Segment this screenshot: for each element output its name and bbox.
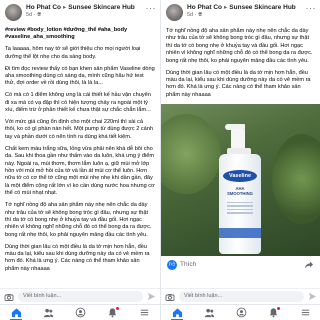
bottle-band bbox=[219, 227, 261, 238]
camera-icon[interactable] bbox=[4, 292, 14, 302]
comment-bar: Viết bình luận... bbox=[161, 288, 320, 304]
bottle-product-label: AHA SMOOTHING bbox=[227, 185, 253, 196]
fine-print-line bbox=[227, 208, 253, 211]
post-meta: 5d · 🌐︎ bbox=[187, 12, 203, 18]
thumbs-up-icon: 👍︎ bbox=[167, 259, 177, 270]
arrow-right-icon: ▸ bbox=[224, 4, 228, 11]
post-time: 5d bbox=[187, 12, 194, 18]
globe-icon: 🌐︎ bbox=[198, 12, 203, 18]
post-header: Ho Phat Co ▸ Sunsee Skincare Hub 5d · 🌐︎ ·… bbox=[0, 0, 160, 26]
send-icon[interactable] bbox=[147, 292, 156, 301]
comment-input[interactable]: Viết bình luận... bbox=[179, 291, 304, 302]
share-icon[interactable] bbox=[304, 260, 314, 270]
post-paragraph: Đi tìm đọc review thấy có bạn khen sản p… bbox=[5, 65, 155, 87]
author-line: Ho Phat Co ▸ Sunsee Skincare Hub bbox=[187, 4, 306, 12]
notification-badge bbox=[116, 306, 119, 310]
lotion-bottle-image: Vaseline AHA SMOOTHING bbox=[217, 123, 263, 254]
group-name[interactable]: Sunsee Skincare Hub bbox=[229, 4, 295, 11]
fine-print-line bbox=[227, 205, 253, 207]
author-name[interactable]: Ho Phat Co bbox=[26, 4, 61, 11]
group-name[interactable]: Sunsee Skincare Hub bbox=[68, 4, 134, 11]
post-meta: 5d · 🌐︎ bbox=[26, 12, 42, 18]
tab-notifications[interactable] bbox=[105, 306, 119, 320]
camera-icon[interactable] bbox=[165, 292, 175, 302]
friends-icon bbox=[204, 308, 214, 318]
tab-home[interactable] bbox=[9, 306, 23, 320]
author-name[interactable]: Ho Phat Co bbox=[187, 4, 222, 11]
comment-bar: Viết bình luận... bbox=[0, 288, 160, 304]
bottle-brand-label: Vaseline bbox=[223, 169, 257, 182]
more-options-icon[interactable]: ··· bbox=[306, 4, 317, 13]
like-button[interactable]: 👍︎ Thích bbox=[167, 259, 197, 270]
post-body: Tớ nghĩ nồng độ aha sản phẩm này nhẹ nên… bbox=[161, 26, 320, 99]
post-time: 5d bbox=[26, 12, 33, 18]
tab-friends[interactable] bbox=[41, 306, 55, 320]
left-post-panel: Ho Phat Co ▸ Sunsee Skincare Hub 5d · 🌐︎ ·… bbox=[0, 0, 160, 320]
author-line: Ho Phat Co ▸ Sunsee Skincare Hub bbox=[26, 4, 146, 12]
photo-background-plant bbox=[272, 133, 320, 224]
post-paragraph: Ta laaaaa, hôm nay tớ sẽ giới thiệu cho … bbox=[5, 46, 141, 60]
post-paragraph: Dùng thời gian lâu có một điều là da tớ … bbox=[5, 243, 150, 272]
post-paragraph: Dùng thời gian lâu có một điều là da tớ … bbox=[166, 69, 311, 98]
photo-background-plant bbox=[161, 113, 221, 194]
post-header: Ho Phat Co ▸ Sunsee Skincare Hub 5d · 🌐︎ ·… bbox=[161, 0, 320, 26]
tab-groups[interactable] bbox=[234, 306, 248, 320]
like-label: Thích bbox=[180, 261, 197, 269]
send-icon[interactable] bbox=[308, 292, 317, 301]
post-paragraph: Tớ nghĩ nồng độ aha sản phẩm này nhẹ nên… bbox=[166, 28, 313, 64]
friends-icon bbox=[43, 308, 53, 318]
tab-friends[interactable] bbox=[202, 306, 216, 320]
fine-print-line bbox=[227, 212, 253, 215]
comment-input[interactable]: Viết bình luận... bbox=[18, 291, 143, 302]
home-icon bbox=[172, 308, 182, 318]
author-block: Ho Phat Co ▸ Sunsee Skincare Hub 5d · 🌐︎ bbox=[187, 4, 306, 19]
menu-icon bbox=[301, 309, 309, 316]
tab-notifications[interactable] bbox=[266, 306, 280, 320]
menu-icon bbox=[140, 309, 148, 316]
post-actions: 👍︎ Thích bbox=[161, 256, 320, 274]
right-post-panel: Ho Phat Co ▸ Sunsee Skincare Hub 5d · 🌐︎ ·… bbox=[160, 0, 320, 320]
tab-groups[interactable] bbox=[73, 306, 87, 320]
post-paragraph: Tớ nghĩ nồng độ aha sản phẩm này nhẹ nên… bbox=[5, 202, 152, 238]
author-avatar[interactable] bbox=[166, 4, 183, 21]
notification-badge bbox=[277, 306, 280, 310]
post-paragraph: Chất kem màu trắng sữa, lỏng vừa phải nê… bbox=[5, 145, 155, 197]
tab-menu[interactable] bbox=[137, 306, 151, 320]
bottle-fine-print bbox=[223, 200, 257, 222]
bottle-pump bbox=[231, 128, 245, 149]
tab-menu[interactable] bbox=[298, 306, 312, 320]
post-photo[interactable]: Vaseline AHA SMOOTHING bbox=[161, 103, 320, 256]
author-avatar[interactable] bbox=[5, 4, 22, 21]
author-block: Ho Phat Co ▸ Sunsee Skincare Hub 5d · 🌐︎ bbox=[26, 4, 146, 19]
home-icon bbox=[11, 308, 21, 318]
post-body: #review #body_lotion #dưỡng_thể #aha_bod… bbox=[0, 26, 160, 273]
groups-icon bbox=[75, 307, 85, 318]
tab-home[interactable] bbox=[170, 306, 184, 320]
post-paragraph: Có mà có 1 điểm không ưng là cái thiết k… bbox=[5, 92, 151, 114]
arrow-right-icon: ▸ bbox=[63, 4, 67, 11]
bottom-tab-bar bbox=[0, 304, 160, 320]
globe-icon: 🌐︎ bbox=[37, 12, 42, 18]
groups-icon bbox=[236, 307, 246, 318]
fine-print-line bbox=[227, 201, 253, 204]
post-paragraph: Với mức giá cũng ổn định cho một chai 22… bbox=[5, 119, 153, 140]
post-hashtags[interactable]: #review #body_lotion #dưỡng_thể #aha_bod… bbox=[5, 27, 155, 42]
more-options-icon[interactable]: ··· bbox=[146, 4, 157, 13]
bottom-tab-bar bbox=[161, 304, 320, 320]
